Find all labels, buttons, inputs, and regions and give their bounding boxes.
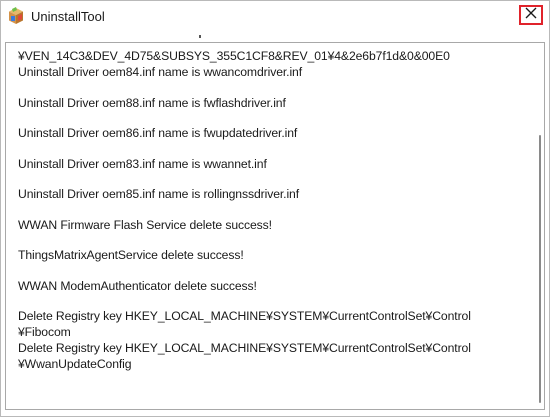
log-line: WWAN Firmware Flash Service delete succe… <box>18 217 272 232</box>
log-textarea[interactable]: ¥VEN_14C3&DEV_4D75&SUBSYS_355C1CF8&REV_0… <box>5 42 545 410</box>
log-line: Uninstall Driver oem85.inf name is rolli… <box>18 187 300 201</box>
scrollbar-thumb[interactable] <box>539 135 541 403</box>
close-button[interactable] <box>519 5 543 25</box>
installer-box-icon <box>8 7 24 25</box>
vertical-scrollbar[interactable] <box>530 43 544 409</box>
title-bar[interactable]: UninstallTool <box>1 1 549 33</box>
log-line: ¥Fibocom <box>18 325 71 339</box>
log-line: Uninstall Driver oem83.inf name is wwann… <box>18 156 267 171</box>
log-content: ¥VEN_14C3&DEV_4D75&SUBSYS_355C1CF8&REV_0… <box>18 48 530 372</box>
log-line: Delete Registry key HKEY_LOCAL_MACHINE¥S… <box>18 309 471 323</box>
text-cursor-mark <box>199 35 201 38</box>
log-line: Delete Registry key HKEY_LOCAL_MACHINE¥S… <box>18 341 471 355</box>
log-line: Uninstall Driver oem84.inf name is wwanc… <box>18 65 303 79</box>
log-line: Uninstall Driver oem86.inf name is fwupd… <box>18 126 298 140</box>
window-title: UninstallTool <box>31 9 105 24</box>
close-icon <box>524 6 538 25</box>
log-line: ¥WwanUpdateConfig <box>18 357 132 371</box>
log-line: Uninstall Driver oem88.inf name is fwfla… <box>18 95 286 110</box>
log-line: ThingsMatrixAgentService delete success! <box>18 248 244 262</box>
log-line: WWAN ModemAuthenticator delete success! <box>18 278 257 293</box>
log-line: ¥VEN_14C3&DEV_4D75&SUBSYS_355C1CF8&REV_0… <box>18 49 450 63</box>
uninstall-tool-window: UninstallTool ¥VEN_14C3&DEV_4D75&SUBSYS_… <box>0 0 550 417</box>
